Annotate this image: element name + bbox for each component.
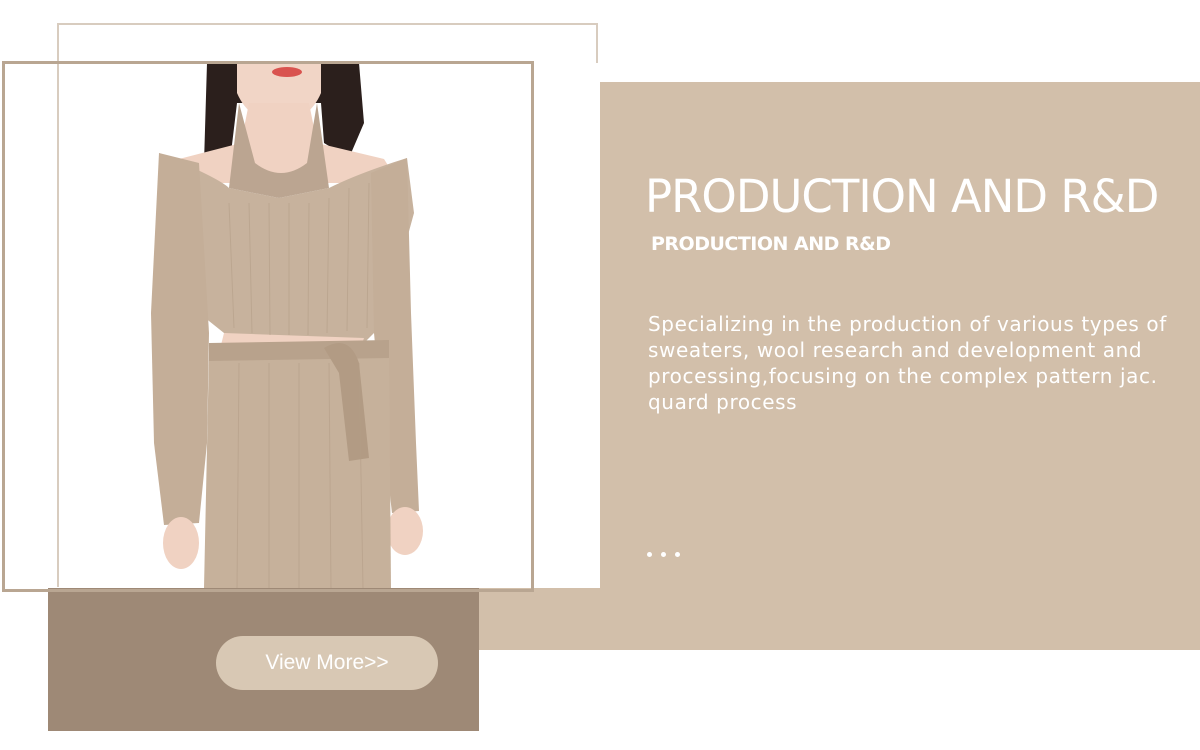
model-image [151,63,423,588]
panel-extension [478,588,600,650]
section-title: PRODUCTION AND R&D [645,170,1159,223]
section-description: Specializing in the production of variou… [648,312,1167,414]
product-photo [59,63,598,588]
carousel-dots[interactable] [647,552,680,557]
view-more-button[interactable]: View More>> [216,636,438,690]
section-subtitle: PRODUCTION AND R&D [651,233,891,255]
carousel-dot-3[interactable] [675,552,680,557]
carousel-dot-2[interactable] [661,552,666,557]
carousel-dot-1[interactable] [647,552,652,557]
